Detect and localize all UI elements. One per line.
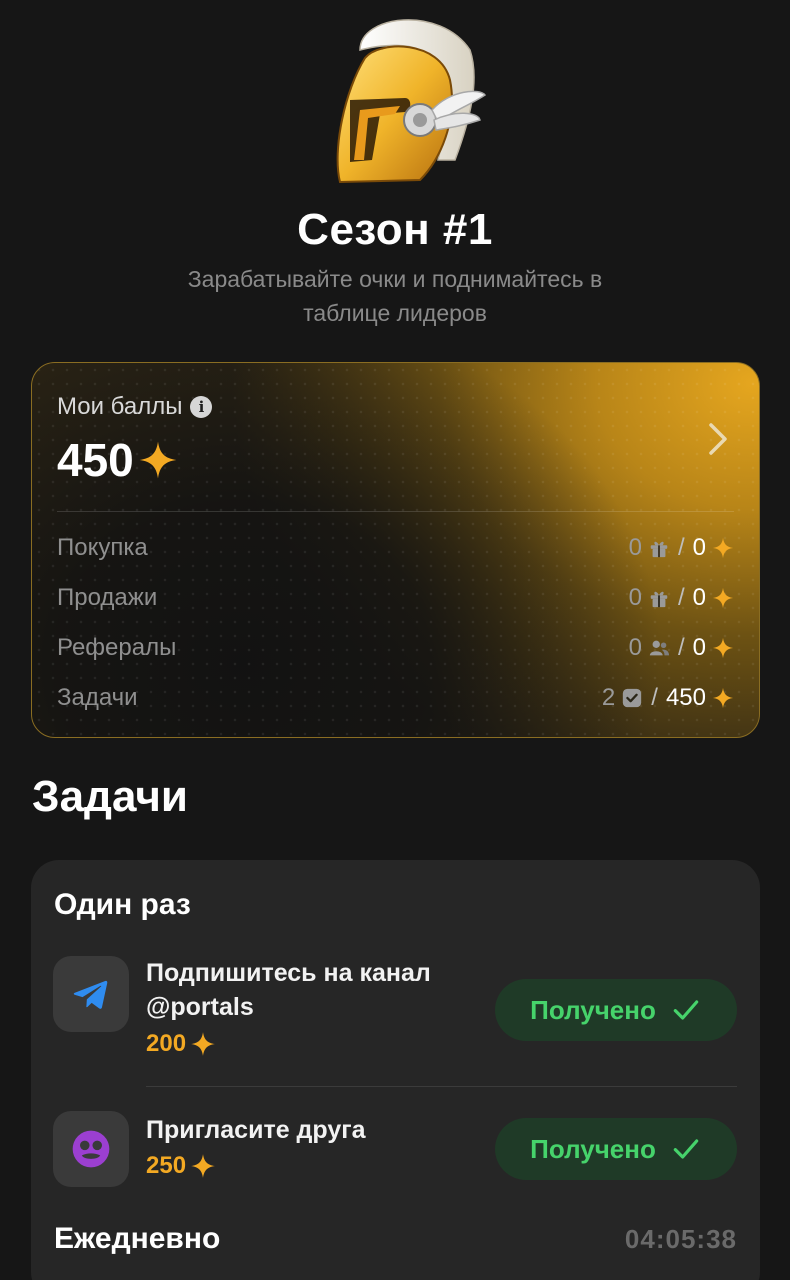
slash: / — [677, 634, 685, 661]
check-icon — [673, 1139, 699, 1159]
season-subtitle: Зарабатывайте очки и поднимайтесь в табл… — [187, 266, 603, 326]
star-icon — [712, 637, 734, 659]
row-points: 0 — [692, 584, 706, 611]
row-label: Покупка — [57, 534, 148, 561]
star-icon — [191, 1032, 215, 1056]
task-title: Подпишитесь на канал @portals — [146, 959, 431, 1021]
season-title: Сезон #1 — [297, 205, 493, 254]
friend-icon — [72, 1130, 110, 1168]
points-card[interactable]: Мои баллы i 450 Покупка 0 / 0 Продажи 0 … — [31, 362, 760, 738]
row-label: Рефералы — [57, 634, 177, 661]
task-reward-value: 250 — [146, 1152, 187, 1179]
points-label: Мои баллы — [57, 393, 183, 420]
group-title-once: Один раз — [54, 888, 191, 921]
task-status-button[interactable]: Получено — [495, 979, 737, 1041]
spartan-helmet-icon — [336, 19, 487, 184]
row-count: 0 — [628, 584, 642, 611]
row-values: 2 / 450 — [602, 684, 734, 712]
row-label: Задачи — [57, 684, 138, 711]
users-icon — [649, 640, 670, 656]
points-row-sales: Продажи 0 / 0 — [57, 583, 734, 613]
task-divider — [146, 1086, 737, 1087]
task-title: Пригласите друга — [146, 1116, 366, 1144]
slash: / — [677, 534, 685, 561]
task-reward-value: 200 — [146, 1030, 187, 1057]
star-icon — [139, 441, 177, 479]
gift-icon — [650, 541, 668, 558]
divider — [57, 511, 734, 512]
task-icon-box — [53, 956, 129, 1032]
tasks-card: Один раз Подпишитесь на канал @portals 2… — [31, 860, 760, 1280]
star-icon — [712, 537, 734, 559]
points-row-purchase: Покупка 0 / 0 — [57, 533, 734, 563]
points-total-value: 450 — [57, 434, 134, 486]
task-reward: 250 — [146, 1152, 216, 1180]
info-icon[interactable]: i — [190, 396, 213, 418]
row-points: 0 — [692, 534, 706, 561]
task-status-button[interactable]: Получено — [495, 1118, 737, 1180]
task-status-label: Получено — [530, 1133, 656, 1164]
group-title-daily: Ежедневно — [54, 1222, 221, 1255]
star-icon — [712, 687, 734, 709]
slash: / — [651, 684, 658, 711]
check-icon — [673, 1000, 699, 1020]
row-count: 2 — [601, 684, 616, 711]
telegram-icon — [73, 980, 108, 1009]
points-label-row: Мои баллы i — [57, 393, 213, 421]
row-values: 0 / 0 — [629, 534, 734, 562]
daily-timer: 04:05:38 — [624, 1224, 737, 1254]
points-row-tasks: Задачи 2 / 450 — [57, 683, 734, 713]
row-points: 450 — [665, 684, 706, 711]
row-count: 0 — [628, 534, 642, 561]
task-status-label: Получено — [530, 994, 656, 1025]
points-total: 450 — [57, 433, 178, 487]
slash: / — [677, 584, 685, 611]
row-points: 0 — [692, 634, 706, 661]
row-label: Продажи — [57, 584, 158, 611]
row-values: 0 / 0 — [629, 584, 734, 612]
star-icon — [191, 1154, 215, 1178]
star-icon — [712, 587, 734, 609]
gift-icon — [650, 591, 668, 608]
task-reward: 200 — [146, 1030, 216, 1058]
tasks-heading: Задачи — [32, 772, 188, 821]
task-icon-box — [53, 1111, 129, 1187]
row-values: 0 / 0 — [629, 634, 734, 662]
checkbox-icon — [623, 688, 642, 708]
chevron-right-icon[interactable] — [705, 421, 731, 457]
row-count: 0 — [628, 634, 642, 661]
points-row-referrals: Рефералы 0 / 0 — [57, 633, 734, 663]
